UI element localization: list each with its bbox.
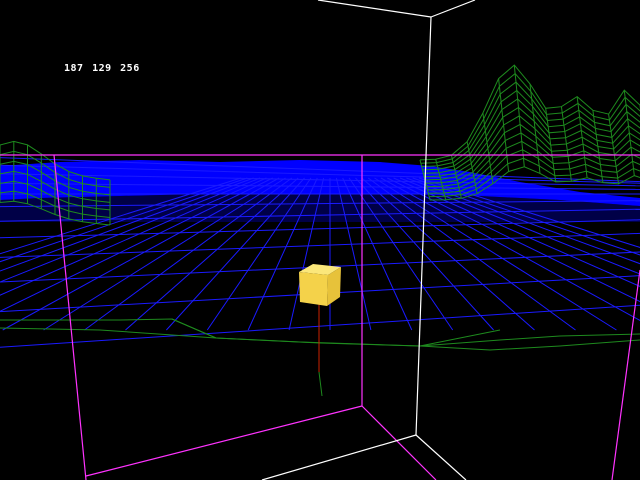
terrain-line: [424, 106, 640, 178]
terrain-line: [498, 78, 510, 172]
bounding-box-white: [261, 0, 476, 480]
terrain-line: [419, 64, 640, 161]
coordinate-readout: 187 129 256: [64, 63, 140, 74]
terrain-line: [422, 89, 640, 171]
terrain-line: [482, 112, 494, 184]
water-grid-line: [0, 232, 640, 258]
terrain-line: [623, 90, 635, 176]
yellow-cube[interactable]: [299, 264, 341, 306]
game-viewport[interactable]: 187 129 256: [0, 0, 640, 480]
terrain-ground-near: [0, 318, 640, 351]
cursor-stem-shadow: [318, 371, 323, 397]
terrain-line: [592, 110, 604, 183]
water-grid-line: [0, 304, 640, 348]
